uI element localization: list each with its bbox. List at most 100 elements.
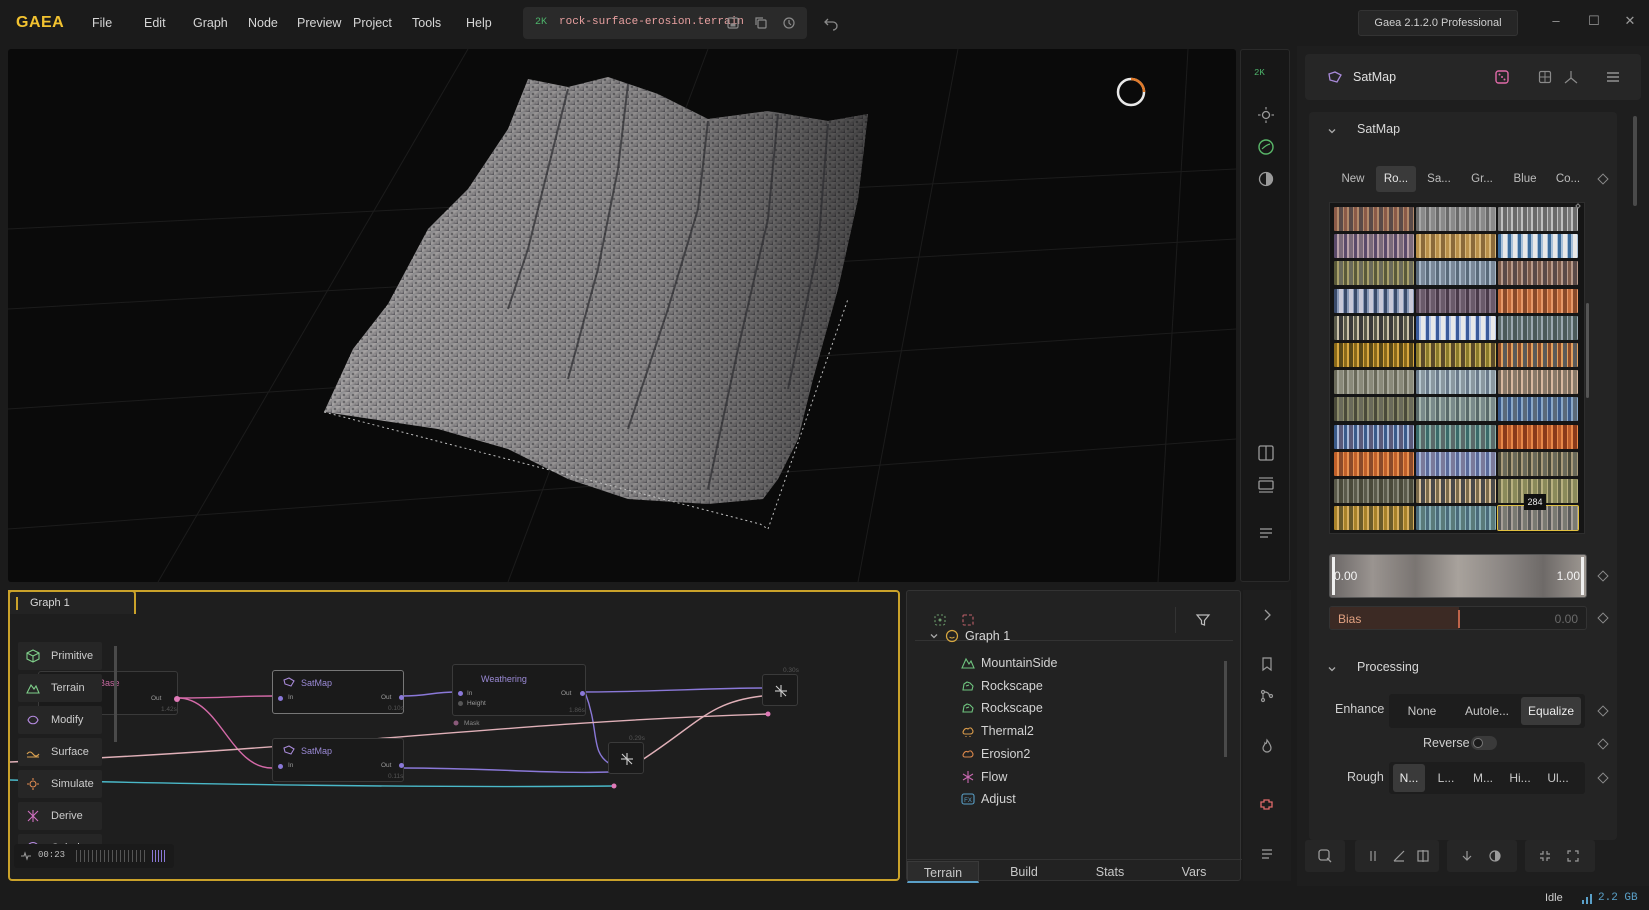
category-simulate[interactable]: Simulate [18, 770, 102, 798]
port-out[interactable] [399, 695, 404, 700]
sphere-icon[interactable] [1256, 137, 1276, 157]
compare-icon[interactable] [1415, 848, 1431, 864]
angle-icon[interactable] [1391, 848, 1407, 864]
bias-slider[interactable]: Bias 0.00 [1329, 606, 1587, 630]
menu-node[interactable]: Node [248, 16, 278, 30]
list-item[interactable]: Erosion2 [907, 744, 1217, 764]
satmap-swatch[interactable] [1334, 315, 1414, 340]
satmap-gallery[interactable]: 284 [1329, 202, 1589, 534]
satmap-swatch[interactable] [1416, 424, 1496, 449]
reverse-toggle[interactable] [1471, 736, 1497, 750]
list-item[interactable]: Rockscape [907, 698, 1217, 718]
keyframe-icon[interactable] [1597, 173, 1609, 185]
minimize-icon[interactable]: – [1549, 14, 1563, 28]
satmap-swatch[interactable] [1334, 424, 1414, 449]
contrast-icon[interactable] [1256, 169, 1276, 189]
arrow-down-icon[interactable] [1459, 848, 1475, 864]
satmap-swatch[interactable] [1416, 370, 1496, 395]
menu-icon[interactable] [1259, 846, 1275, 862]
menu-tools[interactable]: Tools [412, 16, 441, 30]
maximize-icon[interactable]: ☐ [1587, 14, 1601, 28]
filter-icon[interactable] [1195, 612, 1211, 628]
list-item[interactable]: Thermal2 [907, 721, 1217, 741]
satmap-swatch[interactable] [1334, 261, 1414, 286]
undo-icon[interactable] [823, 15, 839, 31]
hamburger-icon[interactable] [1605, 69, 1621, 85]
satmap-swatch[interactable] [1498, 424, 1578, 449]
keyframe-icon[interactable] [1597, 612, 1609, 624]
copy-icon[interactable] [754, 16, 768, 30]
search-node-icon[interactable] [1317, 848, 1333, 864]
satmap-swatch[interactable] [1334, 288, 1414, 313]
keyframe-icon[interactable] [1597, 705, 1609, 717]
satmap-swatch[interactable] [1416, 451, 1496, 476]
tab-rock[interactable]: Ro... [1376, 166, 1416, 192]
satmap-swatch[interactable] [1334, 234, 1414, 259]
rough-ultra[interactable]: Ul... [1541, 764, 1575, 792]
chevron-down-icon[interactable] [1327, 126, 1337, 136]
satmap-swatch[interactable] [1334, 370, 1414, 395]
chevron-down-icon[interactable] [929, 631, 939, 641]
satmap-swatch[interactable] [1498, 397, 1578, 422]
list-item[interactable]: FX Adjust [907, 789, 1217, 809]
tab-sand[interactable]: Sa... [1419, 166, 1459, 192]
viewport-resolution-badge[interactable]: 2K [1254, 68, 1265, 78]
satmap-swatch[interactable] [1416, 397, 1496, 422]
save-icon[interactable] [726, 16, 740, 30]
palette-scrollbar[interactable] [114, 646, 117, 742]
resolution-badge[interactable]: 2K [535, 17, 547, 28]
satmap-swatch[interactable] [1334, 451, 1414, 476]
file-name[interactable]: rock-surface-erosion.terrain [559, 16, 744, 28]
satmap-swatch[interactable] [1416, 234, 1496, 259]
satmap-swatch[interactable] [1498, 343, 1578, 367]
enhance-equalize[interactable]: Equalize [1521, 697, 1581, 725]
axis-icon[interactable] [1563, 69, 1579, 85]
range-slider[interactable]: 0.00 1.00 [1329, 554, 1587, 598]
satmap-swatch[interactable] [1498, 234, 1578, 259]
satmap-swatch[interactable] [1498, 370, 1578, 395]
rough-high[interactable]: Hi... [1504, 764, 1536, 792]
satmap-swatch[interactable] [1498, 261, 1578, 286]
enhance-none[interactable]: None [1393, 697, 1451, 725]
chevron-right-icon[interactable] [1260, 608, 1274, 622]
mask-icon[interactable] [1487, 848, 1503, 864]
node-satmap-1[interactable]: SatMap In Out 0.10s [272, 670, 404, 714]
tab-color[interactable]: Co... [1548, 166, 1588, 192]
satmap-swatch[interactable] [1498, 451, 1578, 476]
gallery-scrollbar[interactable] [1586, 303, 1589, 398]
focus-icon[interactable] [933, 613, 947, 627]
flip-v-icon[interactable] [1365, 848, 1381, 864]
collapse-icon[interactable] [1537, 848, 1553, 864]
category-primitive[interactable]: Primitive [18, 642, 102, 670]
bias-handle[interactable] [1458, 610, 1460, 628]
satmap-swatch[interactable] [1416, 261, 1496, 286]
keyframe-icon[interactable] [1597, 738, 1609, 750]
node-combine-1[interactable]: 0.29s [608, 735, 645, 774]
menu-file[interactable]: File [92, 16, 112, 30]
bookmark-icon[interactable] [1259, 656, 1275, 672]
port-out[interactable] [174, 696, 180, 702]
satmap-swatch[interactable] [1334, 207, 1414, 231]
port-in[interactable] [278, 696, 283, 701]
graph-editor[interactable]: Base Out 1.42s SatMap In Out 0.10s SatMa… [8, 590, 900, 881]
properties-scrollbar[interactable] [1633, 116, 1637, 206]
engine-icon[interactable] [1259, 796, 1275, 812]
tab-green[interactable]: Gr... [1462, 166, 1502, 192]
range-max-handle[interactable] [1581, 557, 1584, 595]
satmap-swatch[interactable] [1498, 315, 1578, 340]
layout-icon[interactable] [1256, 475, 1276, 495]
menu-edit[interactable]: Edit [144, 16, 166, 30]
port-in[interactable] [278, 764, 283, 769]
port-out[interactable] [580, 691, 585, 696]
menu-graph[interactable]: Graph [193, 16, 228, 30]
node-satmap-2[interactable]: SatMap In Out 0.11s [272, 738, 404, 782]
node-weathering[interactable]: Weathering In Height Out 1.86s [452, 664, 586, 716]
satmap-swatch[interactable] [1416, 207, 1496, 231]
satmap-swatch[interactable] [1416, 506, 1496, 531]
satmap-swatch[interactable] [1498, 207, 1578, 231]
satmap-swatch[interactable] [1334, 479, 1414, 503]
satmap-swatch[interactable] [1334, 343, 1414, 367]
terrain-viewport[interactable] [8, 49, 1236, 582]
port-in[interactable] [458, 691, 463, 696]
tab-vars[interactable]: Vars [1151, 861, 1237, 883]
